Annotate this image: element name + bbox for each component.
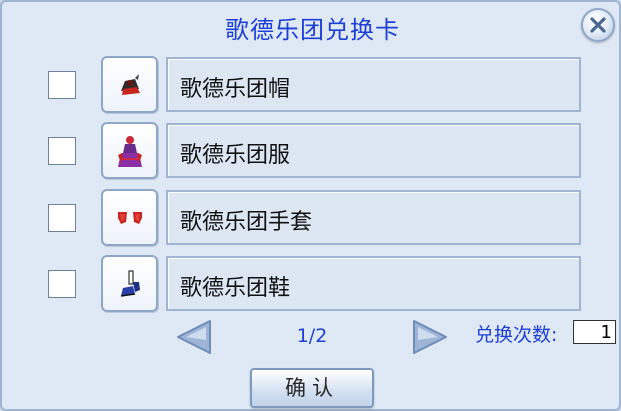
item-row: 歌德乐团鞋: [2, 255, 621, 313]
item-row: 歌德乐团服: [2, 122, 621, 180]
item-name: 歌德乐团鞋: [180, 276, 291, 301]
item-icon-slot[interactable]: [101, 122, 158, 179]
prev-page-button[interactable]: [174, 318, 214, 356]
close-button[interactable]: [581, 8, 615, 42]
exchange-count-input[interactable]: [573, 320, 616, 344]
exchange-count-label: 兑换次数:: [475, 324, 558, 346]
item-name: 歌德乐团服: [180, 143, 291, 168]
goth-shoes-icon: [120, 270, 140, 297]
item-row: 歌德乐团帽: [2, 56, 621, 114]
item-name: 歌德乐团手套: [180, 210, 313, 235]
item-checkbox[interactable]: [48, 204, 76, 232]
dialog-title: 歌德乐团兑换卡: [225, 16, 400, 44]
next-page-button[interactable]: [410, 318, 450, 356]
item-checkbox[interactable]: [48, 270, 76, 298]
item-row: 歌德乐团手套: [2, 189, 621, 247]
item-icon-slot[interactable]: [101, 255, 158, 312]
goth-gloves-icon: [118, 212, 142, 224]
confirm-button[interactable]: 确认: [250, 368, 374, 408]
item-name-box: 歌德乐团服: [166, 123, 581, 178]
page-indicator: 1/2: [296, 325, 328, 347]
item-name-box: 歌德乐团帽: [166, 57, 581, 112]
exchange-card-dialog: 歌德乐团兑换卡 歌德乐团帽 歌德乐团服 歌德乐团手套 歌德乐团鞋 1/2 兑换次…: [0, 0, 621, 411]
item-name: 歌德乐团帽: [180, 77, 291, 102]
item-icon-slot[interactable]: [101, 189, 158, 246]
goth-hat-icon: [121, 74, 140, 95]
item-name-box: 歌德乐团鞋: [166, 256, 581, 311]
item-checkbox[interactable]: [48, 137, 76, 165]
item-name-box: 歌德乐团手套: [166, 190, 581, 245]
item-icon-slot[interactable]: [101, 56, 158, 113]
close-icon: [590, 17, 606, 33]
goth-dress-icon: [118, 136, 142, 167]
item-checkbox[interactable]: [48, 71, 76, 99]
